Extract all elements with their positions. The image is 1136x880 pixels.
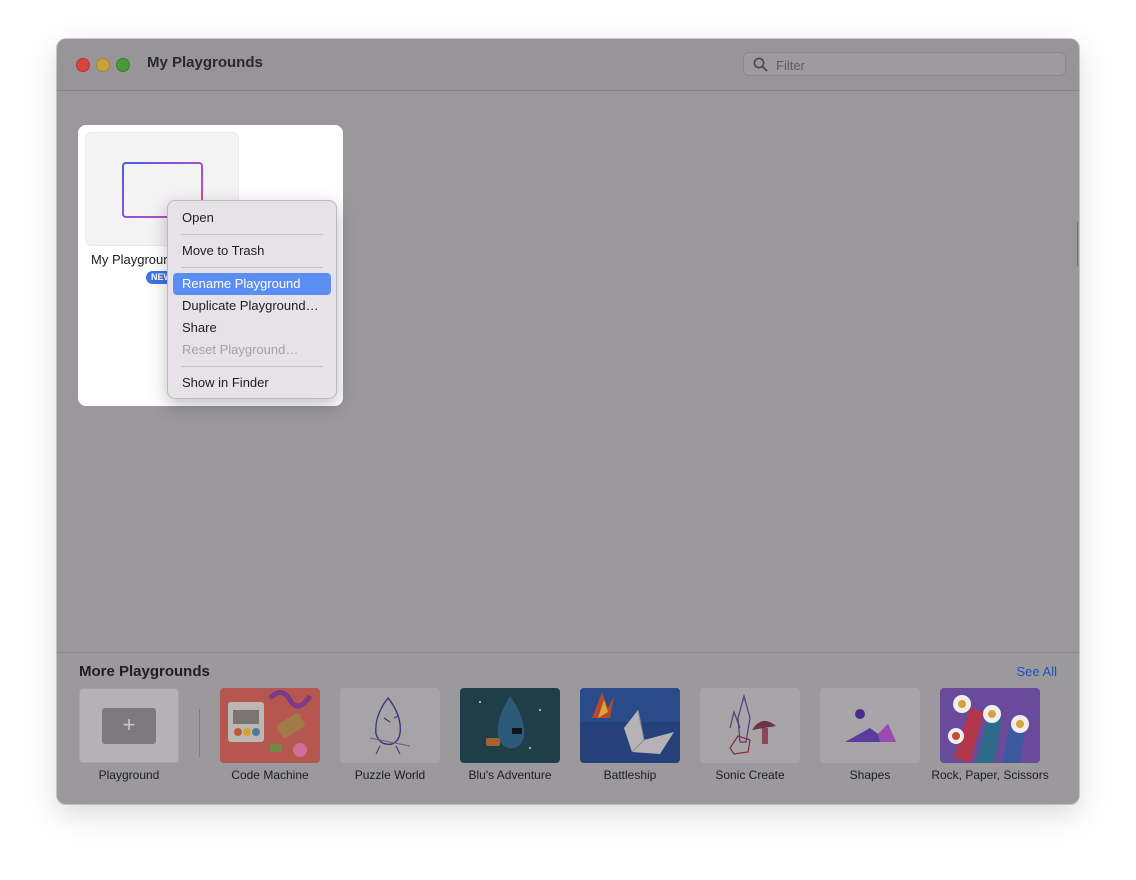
title-bar: My Playgrounds bbox=[57, 39, 1079, 91]
card-label: Code Machine bbox=[231, 768, 309, 782]
filter-input[interactable] bbox=[774, 55, 1058, 75]
card-thumbnail bbox=[460, 688, 560, 763]
card-label: Shapes bbox=[849, 768, 891, 782]
menu-separator bbox=[181, 366, 323, 367]
card-thumbnail bbox=[700, 688, 800, 763]
menu-separator bbox=[181, 267, 323, 268]
card-thumbnail bbox=[340, 688, 440, 763]
card-thumbnail bbox=[820, 688, 920, 763]
close-window-button[interactable] bbox=[76, 58, 90, 72]
card-label: Battleship bbox=[603, 768, 657, 782]
menu-separator bbox=[181, 234, 323, 235]
card-label: Rock, Paper, Scissors bbox=[931, 768, 1049, 782]
card-label: Playground bbox=[98, 768, 160, 782]
card-thumbnail bbox=[220, 688, 320, 763]
card-label: Blu's Adventure bbox=[468, 768, 552, 782]
menu-item-show-in-finder[interactable]: Show in Finder bbox=[173, 372, 331, 394]
app-window: My Playgrounds My Playground NEW More Pl… bbox=[57, 39, 1079, 804]
window-title: My Playgrounds bbox=[147, 54, 263, 71]
menu-item-move-to-trash[interactable]: Move to Trash bbox=[173, 240, 331, 262]
see-all-link[interactable]: See All bbox=[1017, 664, 1057, 679]
menu-item-rename-playground[interactable]: Rename Playground bbox=[173, 273, 331, 295]
plus-icon: + bbox=[102, 708, 156, 744]
card-divider bbox=[199, 709, 200, 757]
card-thumbnail: + bbox=[79, 688, 179, 763]
card-label: Puzzle World bbox=[354, 768, 426, 782]
menu-item-share[interactable]: Share bbox=[173, 317, 331, 339]
menu-item-duplicate-playground[interactable]: Duplicate Playground… bbox=[173, 295, 331, 317]
scroll-indicator[interactable] bbox=[1077, 222, 1078, 266]
minimize-window-button[interactable] bbox=[96, 58, 110, 72]
card-label: Sonic Create bbox=[715, 768, 785, 782]
zoom-window-button[interactable] bbox=[116, 58, 130, 72]
playground-name[interactable]: My Playground bbox=[91, 252, 178, 267]
card-thumbnail bbox=[940, 688, 1040, 763]
menu-item-open[interactable]: Open bbox=[173, 207, 331, 229]
menu-item-reset-playground: Reset Playground… bbox=[182, 342, 299, 357]
section-title: More Playgrounds bbox=[79, 663, 210, 680]
filter-field[interactable] bbox=[743, 52, 1066, 76]
context-menu: Open Move to Trash Rename Playground Dup… bbox=[167, 200, 337, 399]
search-icon bbox=[753, 57, 768, 72]
more-playgrounds-section: More Playgrounds See All + Playground Co… bbox=[57, 652, 1079, 804]
card-thumbnail bbox=[580, 688, 680, 763]
